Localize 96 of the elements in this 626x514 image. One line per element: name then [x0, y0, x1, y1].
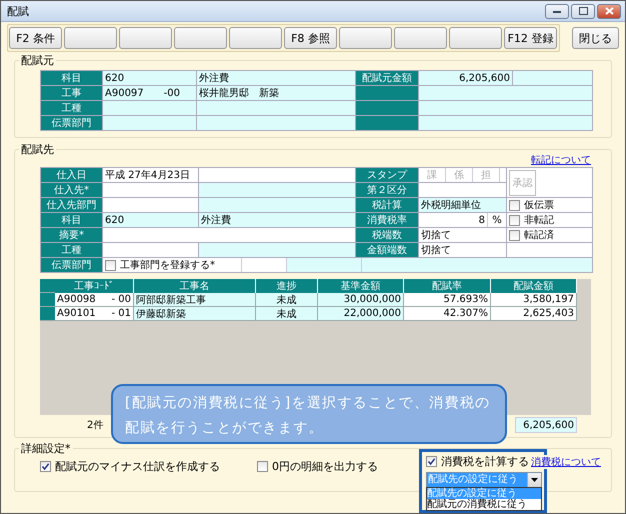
table-cell	[356, 86, 419, 101]
table-cell: 620	[103, 71, 197, 86]
field-label: 消費税率	[356, 213, 419, 228]
section-title: 配賦先	[19, 142, 56, 157]
header-corner	[40, 279, 55, 293]
checkbox[interactable]	[509, 200, 520, 210]
checkbox[interactable]	[257, 461, 268, 472]
table-cell: 57.693%	[404, 293, 491, 307]
blank-key-button[interactable]	[64, 27, 117, 49]
table-cell	[356, 116, 419, 131]
table-cell: 30,000,000	[318, 293, 404, 307]
maximize-icon	[578, 7, 588, 15]
table-cell: 42.307%	[404, 307, 491, 321]
column-header: 配賦率	[404, 279, 491, 293]
table-cell: 桜井龍男邸 新築	[197, 86, 356, 101]
field-label: 工種	[41, 101, 103, 116]
checkbox[interactable]	[426, 456, 437, 467]
minimize-button[interactable]	[545, 4, 569, 18]
field-label: 摘要*	[41, 228, 103, 243]
table-cell: 阿部邸新築工事	[134, 293, 256, 307]
row-selector[interactable]	[40, 307, 55, 321]
close-icon	[604, 7, 614, 15]
column-header: 配賦金額	[491, 279, 577, 293]
branch-text: - 01	[111, 308, 131, 319]
blank-key-button[interactable]	[449, 27, 502, 49]
minimize-icon	[553, 10, 561, 12]
table-cell: 未成	[256, 293, 318, 307]
field-label: 第２区分	[356, 183, 419, 198]
total-field: 6,205,600	[515, 417, 577, 433]
column-header: 基準金額	[318, 279, 404, 293]
blank-key-button[interactable]	[119, 27, 172, 49]
column-header: 進捗	[256, 279, 318, 293]
callout-balloon: [配賦元の消費税に従う]を選択することで、消費税の配賦を行うことができます。	[111, 384, 507, 444]
table-cell: 未成	[256, 307, 318, 321]
field-label: 伝票部門	[41, 258, 103, 273]
table-cell: 3,580,197	[491, 293, 577, 307]
field-label: 伝票部門	[41, 116, 103, 131]
checkbox-label: 転記済	[524, 228, 554, 242]
table-cell	[356, 101, 419, 116]
code-text: A90101	[57, 308, 96, 319]
checkbox-label: 仮伝票	[524, 199, 554, 212]
field-value: 外税明細単位	[419, 198, 507, 213]
function-key-button[interactable]: F8 参照	[284, 27, 337, 49]
field-label: 税端数	[356, 228, 419, 243]
field-label: 税計算	[356, 198, 419, 213]
checkbox[interactable]	[105, 260, 116, 270]
column-header: 工事名	[134, 279, 256, 293]
field-label: 科目	[41, 213, 103, 228]
checkbox[interactable]	[509, 230, 520, 240]
column-header: 工事ｺｰﾄﾞ	[55, 279, 134, 293]
table-cell: 2,625,403	[491, 307, 577, 321]
checkbox[interactable]	[509, 214, 520, 226]
checkbox-label: 消費税を計算する	[441, 454, 529, 469]
help-link[interactable]: 転記について	[531, 153, 591, 165]
checkbox-label: 0円の明細を出力する	[272, 459, 378, 474]
blank-key-button[interactable]	[174, 27, 227, 49]
table-cell: 22,000,000	[318, 307, 404, 321]
blank-key-button[interactable]	[394, 27, 447, 49]
code-text: A90098	[57, 294, 96, 305]
field-label: 工種	[41, 243, 103, 258]
checkbox-label: 非転記	[524, 214, 554, 227]
window-title: 配賦	[7, 4, 30, 18]
field-label: 科目	[41, 71, 103, 86]
blank-key-button[interactable]	[229, 27, 282, 49]
caret-icon	[531, 478, 538, 482]
field-label: 仕入先部門	[41, 198, 103, 213]
date-field[interactable]: 平成 27年4月23日	[103, 168, 199, 183]
field-label: スタンプ	[356, 168, 419, 183]
close-window-button[interactable]: 閉じる	[572, 27, 619, 49]
table-cell: 伊藤邸新築	[134, 307, 256, 321]
checkbox-label: 工事部門を登録する*	[120, 258, 215, 272]
row-selector[interactable]	[40, 293, 55, 307]
table-cell: 620	[103, 213, 199, 228]
field-label: 金額端数	[356, 243, 419, 258]
row-count: 2件	[87, 419, 104, 432]
close-button[interactable]	[597, 4, 621, 18]
blank-key-button[interactable]	[339, 27, 392, 49]
branch-text: - 00	[111, 294, 131, 305]
table-cell: 外注費	[197, 71, 356, 86]
table-cell: A90097 -00	[103, 86, 197, 101]
section-title: 詳細設定*	[19, 441, 72, 456]
function-key-button[interactable]: F2 条件	[9, 27, 62, 49]
amount-field: 6,205,600	[419, 71, 513, 86]
field-value: 切捨て	[419, 243, 507, 258]
checkbox[interactable]	[40, 461, 51, 472]
field-label: 仕入先*	[41, 183, 103, 198]
field-label: 工事	[41, 86, 103, 101]
function-key-button[interactable]: F12 登録	[504, 27, 557, 49]
maximize-button[interactable]	[571, 4, 595, 18]
field-value: 切捨て	[419, 228, 507, 243]
table-cell: 外注費	[199, 213, 356, 228]
help-link[interactable]: 消費税について	[531, 457, 601, 468]
checkbox-label: 配賦元のマイナス仕訳を作成する	[55, 459, 220, 474]
field-label: 仕入日	[41, 168, 103, 183]
field-label: 配賦元金額	[356, 71, 419, 86]
section-title: 配賦元	[19, 53, 56, 68]
